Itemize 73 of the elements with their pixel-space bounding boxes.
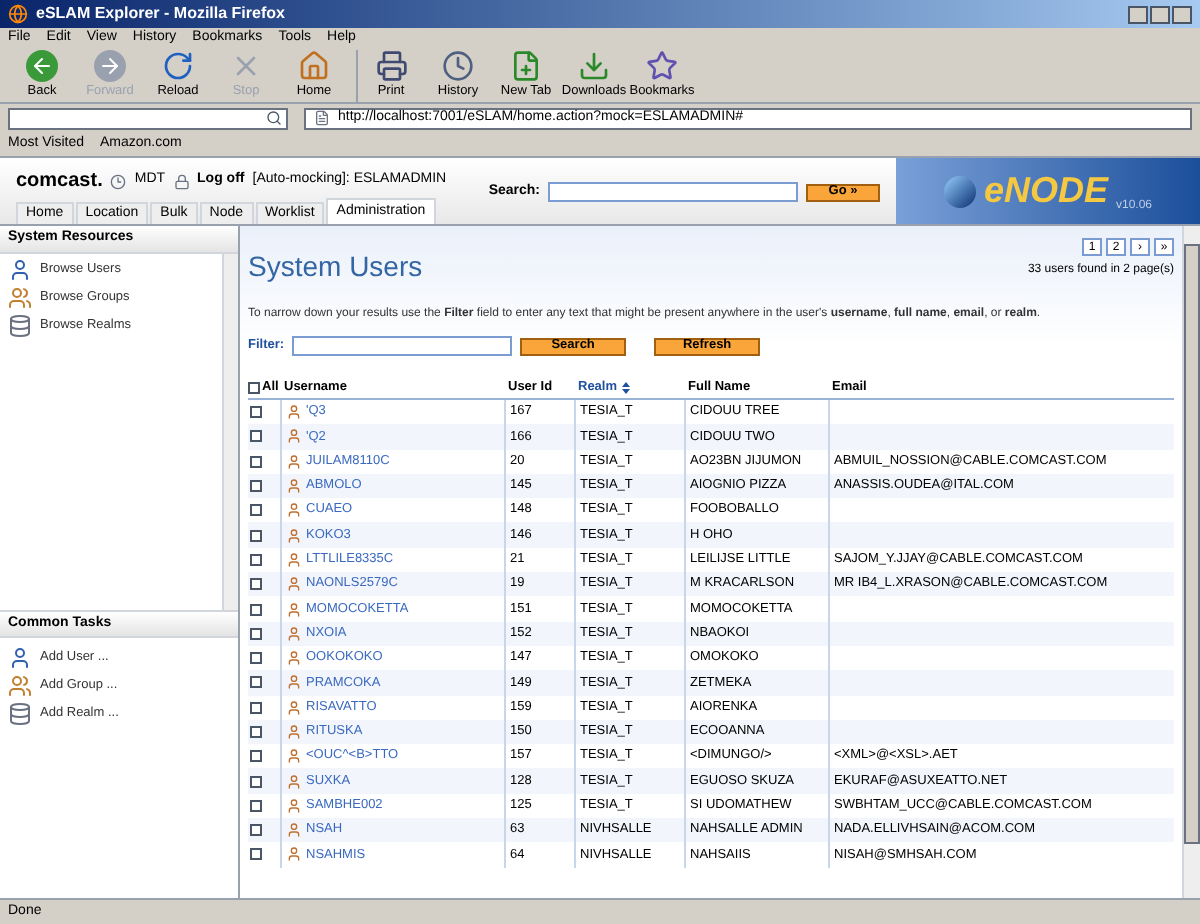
row-checkbox[interactable]: [250, 603, 262, 616]
row-checkbox[interactable]: [250, 799, 262, 812]
page-icon: [314, 110, 330, 126]
reload-icon: [162, 49, 194, 82]
back-icon: [26, 49, 58, 82]
row-checkbox[interactable]: [250, 480, 262, 493]
row-checkbox[interactable]: [250, 578, 262, 591]
row-checkbox[interactable]: [250, 430, 262, 443]
clock-icon: [442, 49, 474, 82]
group-icon: [8, 286, 32, 310]
user-icon: [286, 773, 302, 790]
row-checkbox[interactable]: [250, 406, 262, 419]
home-icon: [298, 49, 330, 82]
scrollbar[interactable]: [1182, 226, 1200, 898]
user-icon: [286, 674, 302, 691]
row-checkbox[interactable]: [250, 775, 262, 788]
user-icon: [286, 846, 302, 863]
page-title: System Users: [248, 248, 423, 286]
search-icon: [266, 110, 282, 126]
search-field[interactable]: [8, 107, 288, 129]
user-icon: [286, 502, 302, 519]
minimize-button[interactable]: [1128, 5, 1148, 23]
row-checkbox[interactable]: [250, 750, 262, 763]
enode-logo: eNODE: [983, 168, 1108, 214]
filter-field[interactable]: [292, 336, 513, 356]
user-icon: [286, 822, 302, 839]
row-checkbox[interactable]: [250, 652, 262, 665]
comcast-logo: comcast.: [16, 168, 103, 196]
row-checkbox[interactable]: [250, 848, 262, 861]
window-title: eSLAM Explorer - Mozilla Firefox: [36, 2, 285, 26]
user-icon: [286, 453, 302, 470]
new-tab-icon: [510, 49, 542, 82]
user-icon: [286, 650, 302, 667]
header-search-field[interactable]: [548, 182, 798, 203]
user-icon: [8, 646, 32, 670]
user-icon: [8, 258, 32, 282]
database-icon: [8, 702, 32, 726]
row-checkbox[interactable]: [250, 701, 262, 714]
user-icon: [286, 797, 302, 814]
user-icon: [286, 724, 302, 740]
download-icon: [578, 49, 610, 82]
user-icon: [286, 551, 302, 568]
clock-icon: [110, 173, 127, 189]
user-icon: [286, 576, 302, 593]
row-checkbox[interactable]: [250, 676, 262, 689]
user-icon: [286, 699, 302, 716]
globe-icon: [943, 175, 976, 207]
group-icon: [8, 674, 32, 698]
row-checkbox[interactable]: [250, 824, 262, 837]
row-checkbox[interactable]: [250, 455, 262, 468]
select-all-checkbox[interactable]: [248, 381, 260, 393]
user-icon: [286, 478, 302, 495]
user-icon: [286, 428, 302, 445]
row-checkbox[interactable]: [250, 726, 262, 738]
browser-icon: [8, 4, 28, 24]
star-icon: [646, 49, 678, 82]
user-icon: [286, 601, 302, 618]
user-icon: [286, 527, 302, 544]
row-checkbox[interactable]: [250, 529, 262, 542]
close-button[interactable]: [1172, 5, 1192, 23]
row-checkbox[interactable]: [250, 553, 262, 566]
user-icon: [286, 625, 302, 642]
user-icon: [286, 404, 302, 421]
sort-icon: [621, 381, 630, 393]
forward-icon: [94, 49, 126, 82]
scrollbar[interactable]: [222, 254, 238, 610]
user-icon: [286, 748, 302, 765]
database-icon: [8, 314, 32, 338]
print-icon: [375, 49, 407, 82]
row-checkbox[interactable]: [250, 504, 262, 517]
lock-icon: [173, 173, 190, 189]
row-checkbox[interactable]: [250, 627, 262, 640]
maximize-button[interactable]: [1150, 5, 1170, 23]
